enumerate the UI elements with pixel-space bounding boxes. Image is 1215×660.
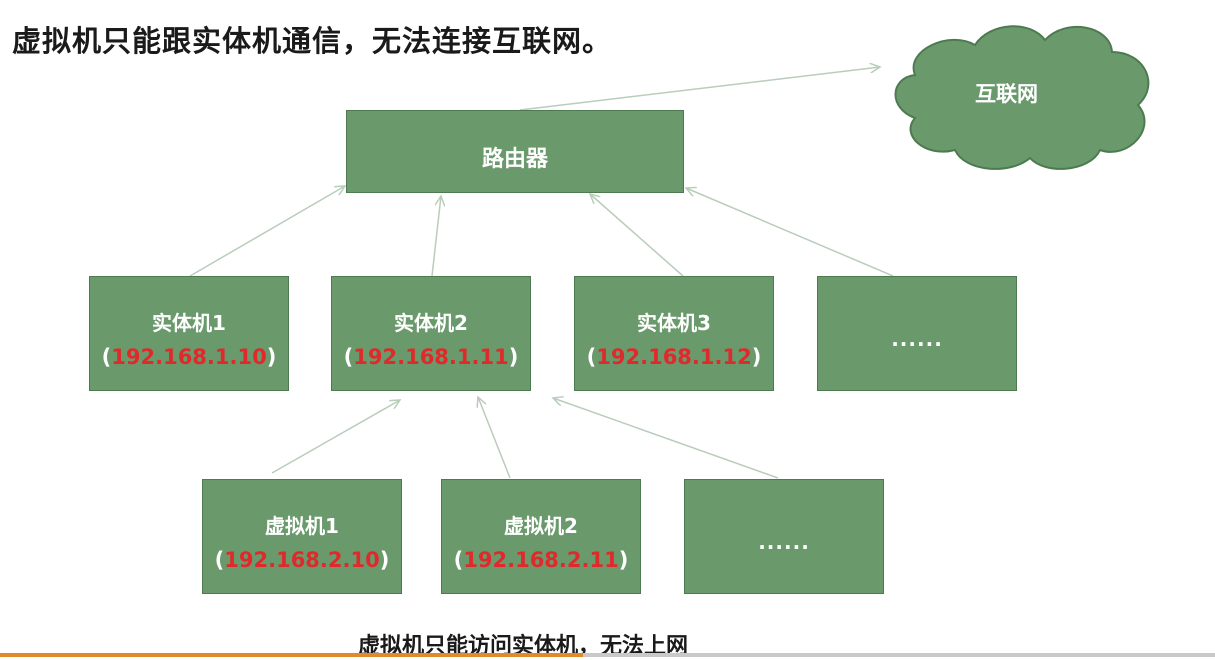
progress-bar [0, 653, 1215, 657]
host-ip-address: 192.168.1.12 [596, 345, 752, 369]
more-ellipsis: ...... [758, 530, 810, 554]
arrow-vm2-to-host2 [478, 397, 511, 479]
more-ellipsis: ...... [891, 327, 943, 351]
arrow-host1-to-router [189, 186, 345, 277]
internet-label: 互联网 [975, 82, 1038, 106]
host-name: 实体机2 [394, 311, 468, 335]
host-ip-address: 192.168.1.10 [111, 345, 267, 369]
physical-host-1: 实体机1 (192.168.1.10) [89, 276, 289, 391]
vm-ip-address: 192.168.2.10 [224, 548, 380, 572]
physical-host-3: 实体机3 (192.168.1.12) [574, 276, 774, 391]
virtual-machine-more: ...... [684, 479, 884, 594]
host-name: 实体机1 [152, 311, 226, 335]
router-label: 路由器 [481, 147, 548, 172]
arrow-vm3-to-host2 [553, 398, 779, 479]
vm-ip: (192.168.2.10) [214, 548, 390, 572]
physical-host-2: 实体机2 (192.168.1.11) [331, 276, 531, 391]
arrow-vm1-to-host2 [271, 400, 400, 474]
physical-host-more: ...... [817, 276, 1017, 391]
host-name: 实体机3 [637, 311, 711, 335]
vm-name: 虚拟机1 [265, 514, 339, 538]
virtual-machine-1: 虚拟机1 (192.168.2.10) [202, 479, 402, 594]
arrow-host4-to-router [686, 188, 894, 277]
vm-ip: (192.168.2.11) [453, 548, 629, 572]
host-ip-address: 192.168.1.11 [353, 345, 509, 369]
arrow-host3-to-router [590, 194, 684, 277]
vm-name: 虚拟机2 [504, 514, 578, 538]
vm-ip-address: 192.168.2.11 [463, 548, 619, 572]
host-ip: (192.168.1.12) [586, 345, 762, 369]
host-ip: (192.168.1.11) [343, 345, 519, 369]
host-ip: (192.168.1.10) [101, 345, 277, 369]
virtual-machine-2: 虚拟机2 (192.168.2.11) [441, 479, 641, 594]
router-node: 路由器 [346, 110, 684, 193]
arrow-router-to-internet [519, 67, 880, 111]
arrow-host2-to-router [431, 196, 441, 277]
